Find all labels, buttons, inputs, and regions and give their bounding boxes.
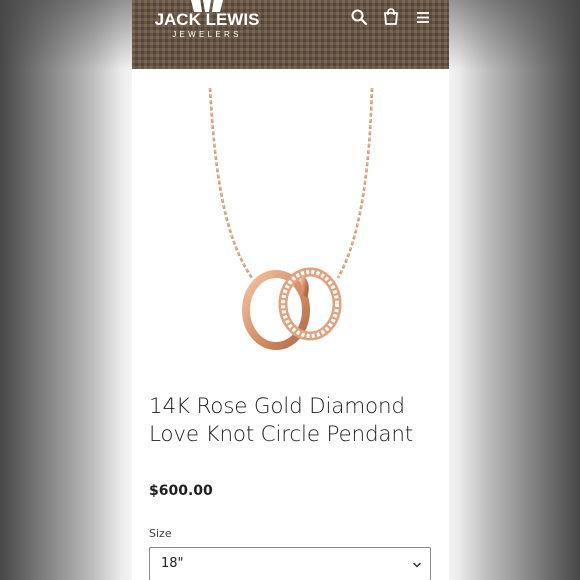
search-icon[interactable]: [350, 8, 368, 26]
chevron-down-icon: [412, 562, 422, 568]
product-title: 14K Rose Gold Diamond Love Knot Circle P…: [149, 394, 414, 447]
product-price: $600.00: [149, 483, 213, 499]
brand-subtitle: JEWELERS: [172, 30, 242, 39]
site-header: JACK LEWIS JEWELERS: [132, 0, 449, 69]
menu-icon[interactable]: [414, 8, 432, 26]
size-label: Size: [149, 527, 172, 540]
cart-icon[interactable]: [382, 8, 400, 26]
size-select[interactable]: 18": [149, 547, 431, 580]
brand-logo[interactable]: JACK LEWIS JEWELERS: [154, 0, 260, 44]
mobile-page: JACK LEWIS JEWELERS 14K Rose Gold Diamon…: [132, 0, 449, 580]
product-image[interactable]: [188, 82, 394, 358]
size-selected-value: 18": [161, 556, 184, 571]
pendant-necklace-image: [208, 87, 374, 350]
brand-name: JACK LEWIS: [154, 10, 260, 29]
